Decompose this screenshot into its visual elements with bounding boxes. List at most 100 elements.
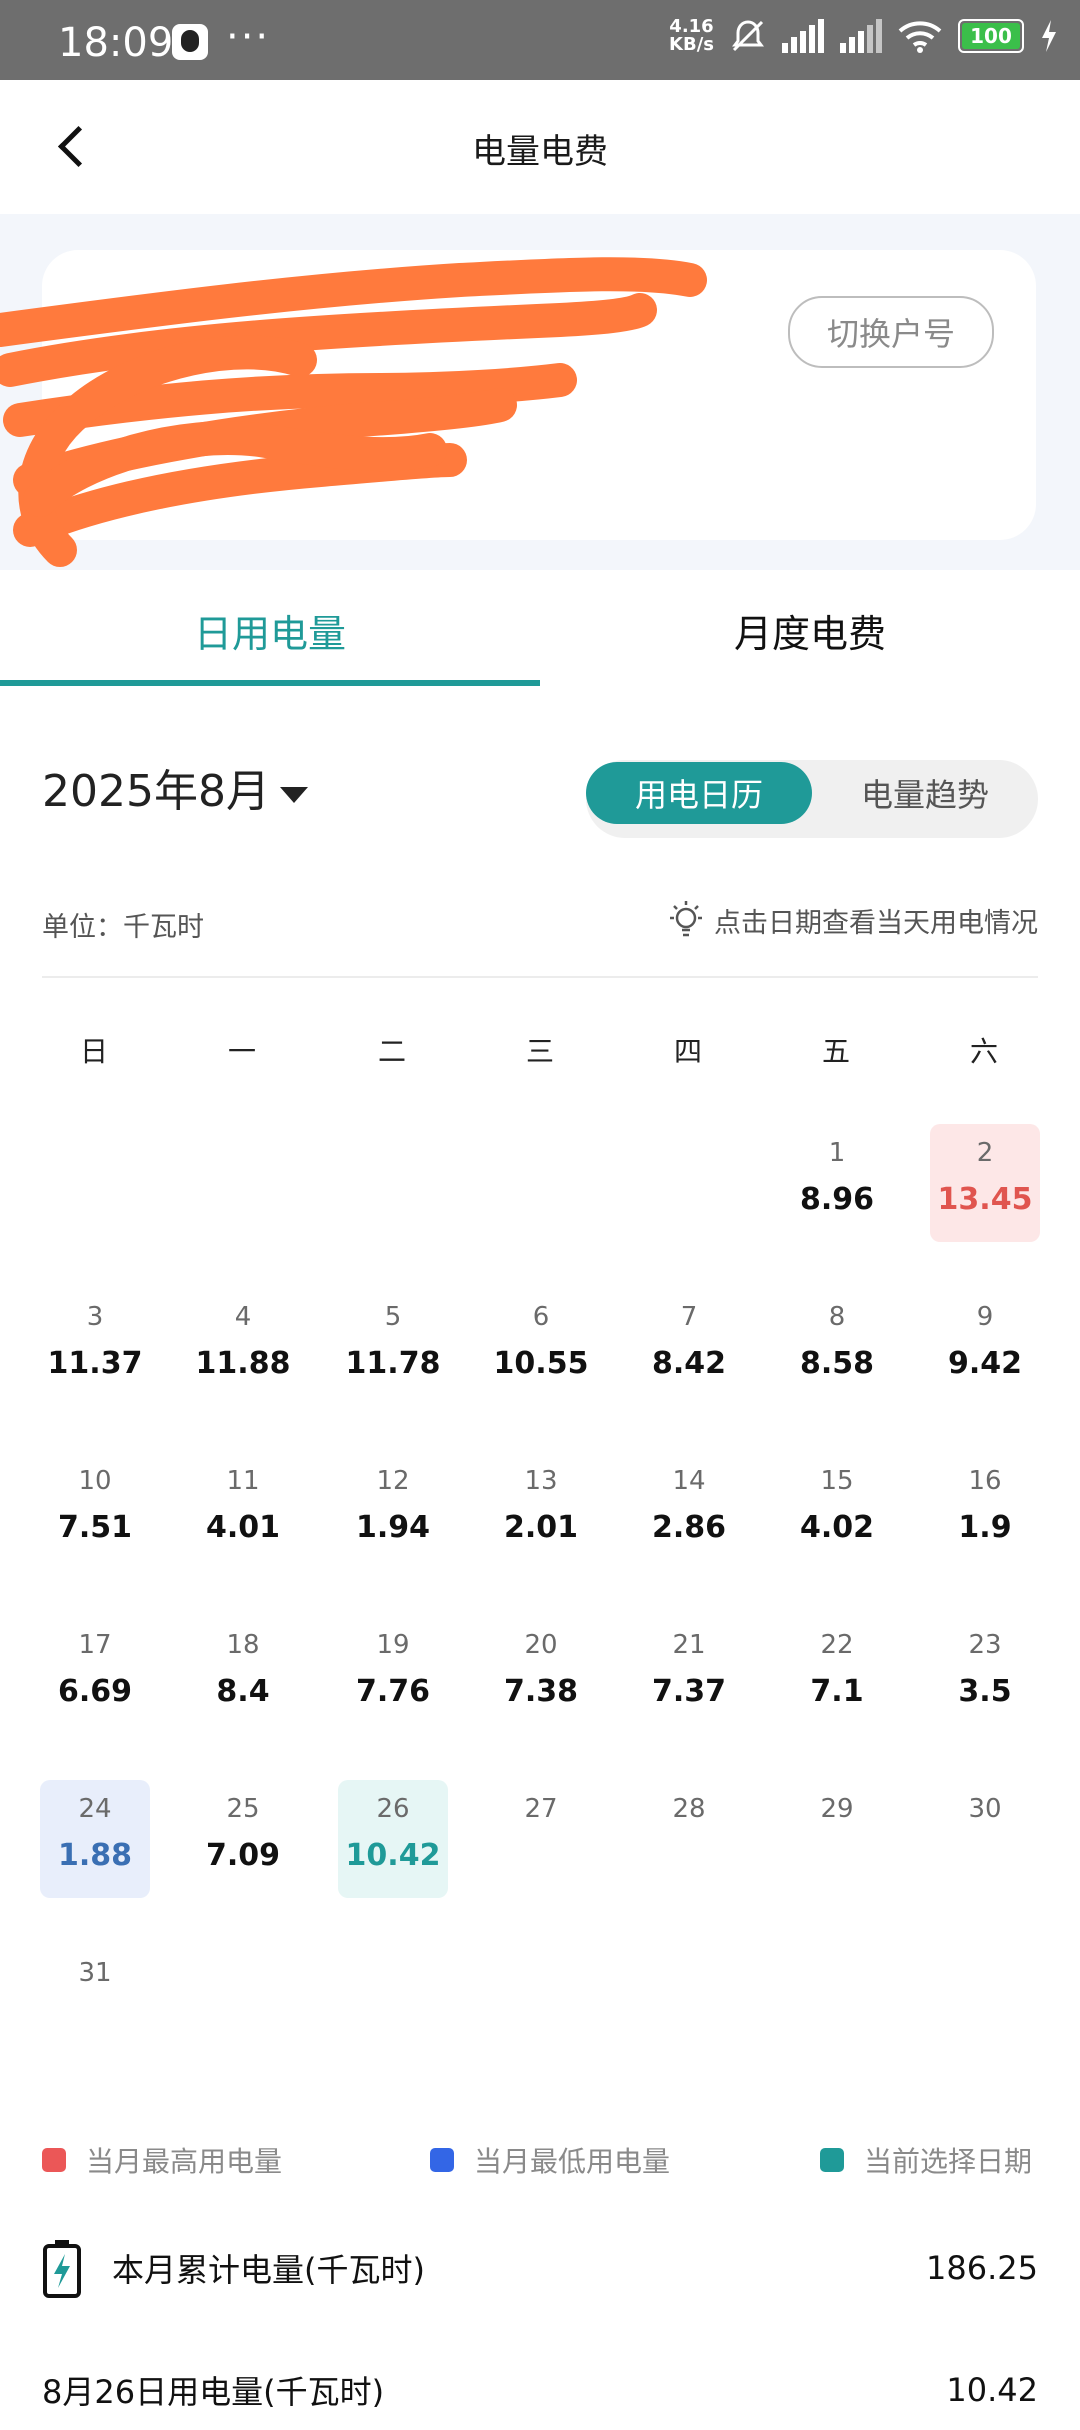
- legend-low-label: 当月最低用电量: [474, 2145, 671, 2178]
- calendar-day[interactable]: 6 10.55: [486, 1288, 596, 1406]
- calendar-day[interactable]: 23 3.5: [930, 1616, 1040, 1734]
- day-number: 15: [820, 1466, 854, 1496]
- day-number: 29: [820, 1794, 854, 1824]
- weekday-label: 日: [79, 1035, 108, 1068]
- weekday-label: 一: [227, 1035, 256, 1068]
- day-number: 7: [680, 1302, 698, 1332]
- month-label: 2025年8月: [42, 766, 270, 817]
- calendar-day[interactable]: 29: [782, 1780, 892, 1898]
- calendar-day[interactable]: 21 7.37: [634, 1616, 744, 1734]
- monthly-total-label: 本月累计电量(千瓦时): [112, 2251, 425, 2289]
- day-usage-value: 7.1: [810, 1674, 864, 1709]
- calendar-day[interactable]: 9 9.42: [930, 1288, 1040, 1406]
- tab-bar: 日用电量 月度电费: [0, 570, 1080, 690]
- view-toggle: 用电日历 电量趋势: [586, 760, 1038, 838]
- day-number: 2: [976, 1138, 994, 1168]
- day-number: 17: [78, 1630, 112, 1660]
- weekday-label: 六: [969, 1035, 998, 1068]
- tab-monthly-bill[interactable]: 月度电费: [540, 570, 1080, 690]
- calendar-day[interactable]: 7 8.42: [634, 1288, 744, 1406]
- calendar-day[interactable]: 19 7.76: [338, 1616, 448, 1734]
- calendar-day[interactable]: 4 11.88: [188, 1288, 298, 1406]
- calendar-day[interactable]: 15 4.02: [782, 1452, 892, 1570]
- day-usage-value: 3.5: [958, 1674, 1012, 1709]
- calendar-day[interactable]: 27: [486, 1780, 596, 1898]
- calendar-day[interactable]: 13 2.01: [486, 1452, 596, 1570]
- calendar-day[interactable]: 11 4.01: [188, 1452, 298, 1570]
- day-number: 1: [828, 1138, 846, 1168]
- day-usage-value: 6.69: [57, 1674, 133, 1709]
- day-usage-value: 1.88: [57, 1838, 133, 1873]
- calendar-day[interactable]: 8 8.58: [782, 1288, 892, 1406]
- day-usage-value: 11.78: [345, 1346, 441, 1381]
- day-number: 3: [86, 1302, 104, 1332]
- day-number: 5: [384, 1302, 402, 1332]
- month-selector[interactable]: 2025年8月: [42, 755, 308, 819]
- day-number: 31: [78, 1958, 112, 1988]
- day-usage-value: 9.42: [947, 1346, 1023, 1381]
- calendar-day[interactable]: 5 11.78: [338, 1288, 448, 1406]
- calendar-day[interactable]: 22 7.1: [782, 1616, 892, 1734]
- day-number: 20: [524, 1630, 558, 1660]
- calendar-day[interactable]: 1 8.96: [782, 1124, 892, 1242]
- switch-account-button[interactable]: 切换户号: [788, 296, 994, 368]
- calendar-day[interactable]: 24 1.88: [40, 1780, 150, 1898]
- day-number: 12: [376, 1466, 410, 1496]
- selected-day-row: 8月26日用电量(千瓦时) 10.42: [42, 2350, 1038, 2430]
- network-speed-unit: KB/s: [669, 34, 714, 55]
- day-number: 30: [968, 1794, 1002, 1824]
- day-usage-value: 11.37: [47, 1346, 143, 1381]
- qq-icon: [172, 24, 208, 60]
- calendar-day[interactable]: 30: [930, 1780, 1040, 1898]
- calendar-day[interactable]: 14 2.86: [634, 1452, 744, 1570]
- calendar-day[interactable]: 31: [40, 1944, 150, 2062]
- tab-indicator: [0, 680, 540, 686]
- tab-daily-usage[interactable]: 日用电量: [0, 570, 540, 690]
- day-usage-value: 4.01: [205, 1510, 281, 1545]
- day-usage-value: 10.42: [345, 1838, 441, 1873]
- hint-label: 点击日期查看当天用电情况: [714, 907, 1038, 939]
- legend-high: 当月最高用电量: [42, 2140, 282, 2180]
- calendar-day[interactable]: 20 7.38: [486, 1616, 596, 1734]
- wifi-icon: [898, 21, 942, 53]
- calendar-day[interactable]: 26 10.42: [338, 1780, 448, 1898]
- day-number: 14: [672, 1466, 706, 1496]
- calendar-day[interactable]: 3 11.37: [40, 1288, 150, 1406]
- legend-selected-swatch: [820, 2148, 844, 2172]
- caret-down-icon: [279, 787, 308, 803]
- calendar-day[interactable]: 28: [634, 1780, 744, 1898]
- calendar-day[interactable]: 10 7.51: [40, 1452, 150, 1570]
- legend-low-swatch: [430, 2148, 454, 2172]
- status-bar: 18:09 ··· 4.16 KB/s 100: [0, 0, 1080, 80]
- day-number: 9: [976, 1302, 994, 1332]
- calendar-day[interactable]: 16 1.9: [930, 1452, 1040, 1570]
- calendar-day[interactable]: 18 8.4: [188, 1616, 298, 1734]
- day-number: 26: [376, 1794, 410, 1824]
- monthly-total-row: 本月累计电量(千瓦时) 186.25: [42, 2228, 1038, 2308]
- day-usage-value: 1.94: [355, 1510, 431, 1545]
- weekday-label: 三: [525, 1035, 554, 1068]
- legend-selected: 当前选择日期: [820, 2140, 1032, 2180]
- segment-calendar[interactable]: 用电日历: [586, 762, 812, 824]
- day-number: 25: [226, 1794, 260, 1824]
- calendar-day[interactable]: 25 7.09: [188, 1780, 298, 1898]
- weekday-label: 五: [821, 1035, 850, 1068]
- day-usage-value: 11.88: [195, 1346, 291, 1381]
- calendar-day[interactable]: 12 1.94: [338, 1452, 448, 1570]
- calendar-day[interactable]: 2 13.45: [930, 1124, 1040, 1242]
- status-icons: 4.16 KB/s 100: [669, 18, 1058, 54]
- selected-day-label: 8月26日用电量(千瓦时): [42, 2373, 385, 2411]
- day-usage-value: 1.9: [958, 1510, 1012, 1545]
- legend-high-label: 当月最高用电量: [86, 2145, 283, 2178]
- day-number: 28: [672, 1794, 706, 1824]
- segment-trend[interactable]: 电量趋势: [812, 762, 1038, 824]
- calendar-day[interactable]: 17 6.69: [40, 1616, 150, 1734]
- day-usage-value: 8.96: [799, 1182, 875, 1217]
- day-usage-value: 7.76: [355, 1674, 431, 1709]
- day-number: 4: [234, 1302, 252, 1332]
- battery-charge-icon: [43, 2240, 81, 2298]
- day-usage-value: 7.38: [503, 1674, 579, 1709]
- legend-high-swatch: [42, 2148, 66, 2172]
- day-number: 6: [532, 1302, 550, 1332]
- battery-level: 100: [970, 24, 1012, 48]
